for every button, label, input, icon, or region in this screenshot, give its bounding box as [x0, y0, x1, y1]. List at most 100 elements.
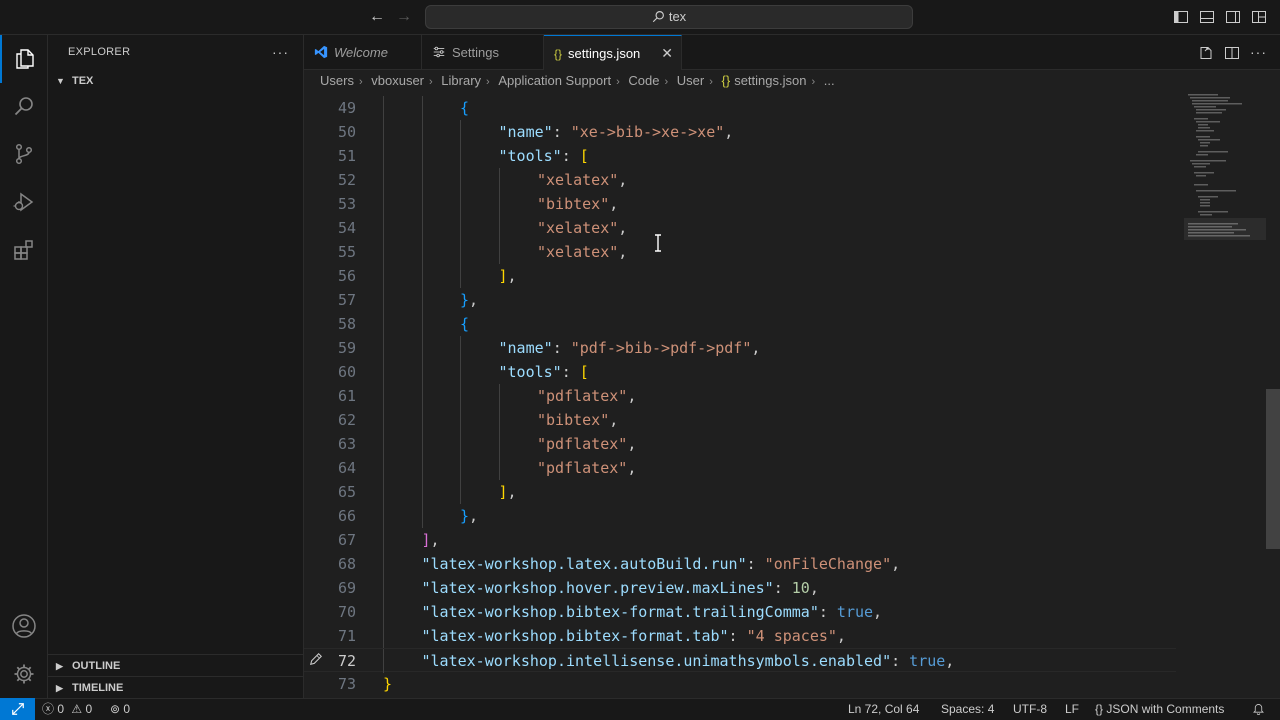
breadcrumb-item[interactable]: ... [824, 70, 835, 92]
close-icon[interactable]: ✕ [661, 36, 673, 71]
ports-indicator[interactable]: ⊚ 0 [110, 699, 130, 720]
indentation[interactable]: Spaces: 4 [941, 699, 994, 720]
forward-arrow-icon[interactable]: → [395, 8, 413, 26]
code-editor[interactable]: 49 {50 "name": "xe->bib->xe->xe", 51 "tools"… [304, 92, 1280, 700]
more-actions-icon[interactable]: ··· [272, 44, 289, 60]
run-and-debug-icon[interactable] [0, 178, 48, 226]
explorer-icon[interactable] [0, 35, 48, 83]
breadcrumb-item[interactable]: Users [320, 70, 354, 92]
vertical-scrollbar-thumb[interactable] [1266, 389, 1280, 549]
code-line[interactable]: 64 "pdflatex", [304, 456, 1176, 480]
outline-section[interactable]: ▶ OUTLINE [48, 654, 303, 676]
more-actions-icon[interactable]: ··· [1250, 45, 1266, 61]
code-token: "tools" [498, 363, 562, 381]
code-token: "tools" [498, 147, 562, 165]
breadcrumb-item[interactable]: Application Support [498, 70, 611, 92]
code-token: "xe->bib->xe->xe" [570, 123, 725, 141]
remote-indicator-icon[interactable] [0, 698, 35, 720]
indent-guide [460, 480, 461, 504]
indent-guide [460, 456, 461, 480]
breadcrumb-item[interactable]: settings.json [734, 70, 806, 92]
code-line[interactable]: 72 "latex-workshop.intellisense.unimathsy… [304, 648, 1176, 673]
extensions-icon[interactable] [0, 226, 48, 274]
code-line[interactable]: 67], [304, 528, 1176, 552]
bell-icon[interactable] [1252, 699, 1265, 720]
code-line[interactable]: 68 "latex-workshop.latex.autoBuild.run": … [304, 552, 1176, 576]
code-line[interactable]: 66}, [304, 504, 1176, 528]
code-token: , [945, 652, 955, 670]
indent-guide [460, 384, 461, 408]
code-line[interactable]: 65], [304, 480, 1176, 504]
chevron-right-icon: › [616, 76, 620, 88]
toggle-secondary-sidebar-icon[interactable] [1225, 9, 1241, 25]
code-line[interactable]: 51 "tools": [ [304, 144, 1176, 168]
code-line[interactable]: 60 "tools": [ [304, 360, 1176, 384]
code-text: ], [499, 480, 517, 504]
tab-welcome[interactable]: Welcome [304, 35, 422, 70]
line-number: 64 [337, 459, 356, 477]
code-line[interactable]: 54 "xelatex", [304, 216, 1176, 240]
customize-layout-icon[interactable] [1251, 9, 1267, 25]
toggle-primary-sidebar-icon[interactable] [1173, 9, 1189, 25]
code-token: , [507, 267, 517, 285]
chevron-right-icon: › [358, 76, 363, 88]
code-token: "latex-workshop.bibtex-format.trailingCo… [421, 603, 819, 621]
indent-guide [421, 168, 423, 192]
code-line[interactable]: 62 "bibtex", [304, 408, 1176, 432]
cursor-position[interactable]: Ln 72, Col 64 [848, 699, 919, 720]
code-text: "latex-workshop.hover.preview.maxLines":… [422, 576, 819, 600]
problems-indicator[interactable]: ⓧ 0 ⚠ 0 [42, 699, 92, 720]
code-token: "latex-workshop.latex.autoBuild.run" [421, 555, 747, 573]
line-number: 52 [337, 171, 356, 189]
code-line[interactable]: 69 "latex-workshop.hover.preview.maxLines… [304, 576, 1176, 600]
code-line[interactable]: 53 "bibtex", [304, 192, 1176, 216]
code-line[interactable]: 55 "xelatex", [304, 240, 1176, 264]
code-line[interactable]: 50 "name": "xe->bib->xe->xe", [304, 120, 1176, 144]
code-line[interactable]: 49 { [304, 96, 1176, 120]
code-line[interactable]: 58 { [304, 312, 1176, 336]
indent-guide [383, 288, 384, 312]
command-center-search[interactable]: tex [425, 5, 913, 29]
indent-guide [383, 168, 384, 192]
code-token: 10 [791, 579, 810, 597]
back-arrow-icon[interactable]: ← [368, 8, 386, 26]
code-line[interactable]: 73} [304, 672, 1176, 696]
code-token: "onFileChange" [764, 555, 892, 573]
code-token: "pdflatex" [537, 459, 628, 477]
end-of-line[interactable]: LF [1065, 699, 1079, 720]
breadcrumb-item[interactable]: vboxuser [371, 70, 424, 92]
code-line[interactable]: 52 "xelatex", [304, 168, 1176, 192]
folder-section-tex[interactable]: ▼ TEX [48, 70, 303, 92]
line-number: 58 [337, 315, 356, 333]
breadcrumb-item[interactable]: Code [628, 70, 659, 92]
indent-guide [498, 168, 500, 192]
line-number: 63 [337, 435, 356, 453]
code-line[interactable]: 61 "pdflatex", [304, 384, 1176, 408]
language-label: JSON with Comments [1106, 702, 1225, 716]
settings-lines-icon [432, 36, 446, 71]
encoding[interactable]: UTF-8 [1013, 699, 1047, 720]
split-editor-icon[interactable] [1224, 45, 1240, 61]
breadcrumb-item[interactable]: Library [441, 70, 481, 92]
search-icon[interactable] [0, 82, 48, 130]
tab-settings[interactable]: Settings [422, 35, 544, 70]
timeline-section[interactable]: ▶ TIMELINE [48, 676, 303, 698]
language-mode[interactable]: {} JSON with Comments [1095, 699, 1224, 720]
code-line[interactable]: 56], [304, 264, 1176, 288]
source-control-icon[interactable] [0, 130, 48, 178]
minimap[interactable] [1184, 92, 1266, 242]
indent-guide [460, 240, 461, 264]
code-line[interactable]: 59 "name": "pdf->bib->pdf->pdf", [304, 336, 1176, 360]
code-line[interactable]: 70 "latex-workshop.bibtex-format.trailing… [304, 600, 1176, 624]
code-line[interactable]: 57}, [304, 288, 1176, 312]
open-settings-ui-icon[interactable] [1198, 45, 1214, 61]
code-line[interactable]: 71 "latex-workshop.bibtex-format.tab": "4… [304, 624, 1176, 648]
accounts-icon[interactable] [0, 602, 48, 650]
line-number: 65 [337, 483, 356, 501]
tab-settings-json[interactable]: {} settings.json ✕ [544, 35, 682, 71]
code-line[interactable]: 63 "pdflatex", [304, 432, 1176, 456]
manage-gear-icon[interactable] [0, 650, 48, 698]
toggle-panel-icon[interactable] [1199, 9, 1215, 25]
code-text: "xelatex", [537, 240, 627, 264]
breadcrumb-item[interactable]: User [677, 70, 704, 92]
